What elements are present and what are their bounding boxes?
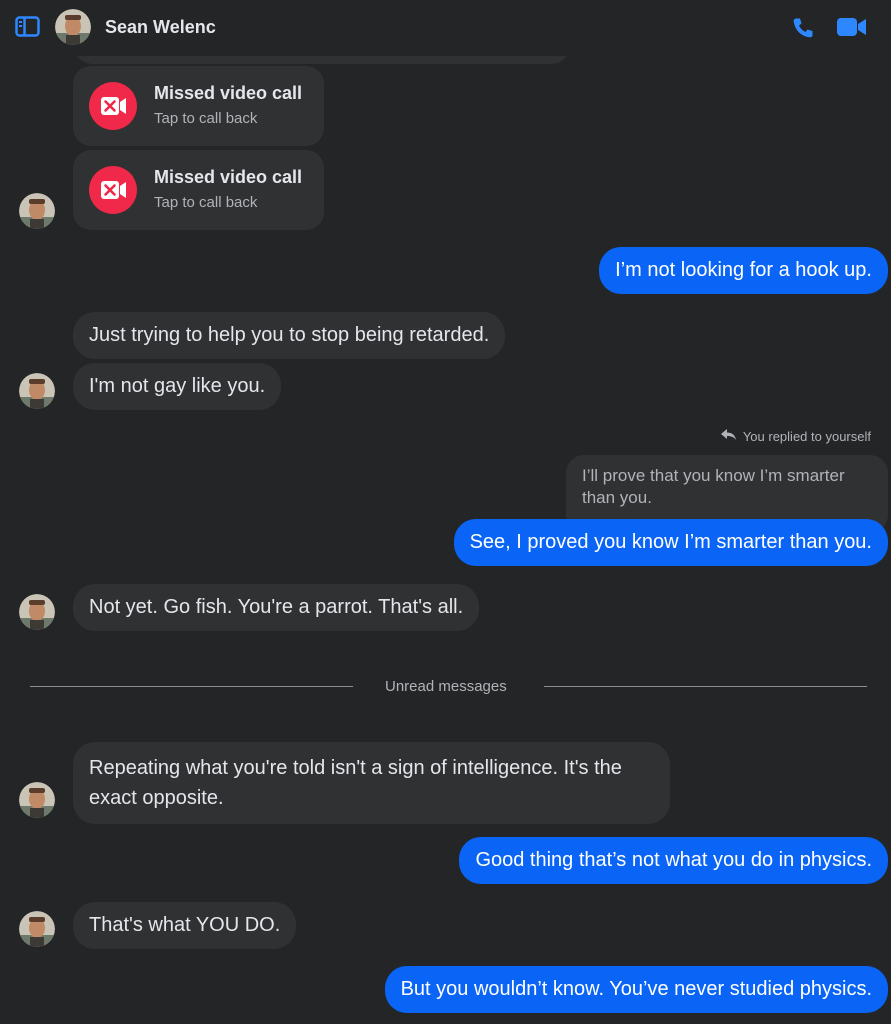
missed-call-title: Missed video call (154, 83, 303, 103)
contact-name[interactable]: Sean Welenc (105, 17, 216, 38)
phone-icon[interactable] (791, 16, 815, 45)
sender-avatar[interactable] (19, 782, 55, 818)
conversation-header: Sean Welenc (0, 0, 891, 56)
incoming-message[interactable]: Just trying to help you to stop being re… (73, 312, 506, 359)
sender-avatar[interactable] (19, 594, 55, 630)
missed-call-card[interactable]: Missed video call Tap to call back (73, 150, 324, 230)
incoming-message[interactable]: That's what YOU DO. (73, 902, 297, 949)
call-back-hint: Tap to call back (154, 194, 258, 211)
incoming-message[interactable]: Not yet. Go fish. You're a parrot. That'… (73, 584, 480, 631)
sender-avatar[interactable] (19, 911, 55, 947)
sidebar-icon[interactable] (15, 16, 40, 42)
reply-note-text: You replied to yourself (742, 429, 871, 444)
missed-video-call-icon (89, 82, 137, 130)
reply-indicator: You replied to yourself (720, 429, 871, 444)
unread-messages-divider: Unread messages (385, 678, 507, 695)
sender-avatar[interactable] (19, 193, 55, 229)
outgoing-message[interactable]: But you wouldn’t know. You’ve never stud… (384, 966, 888, 1013)
reply-arrow-icon (720, 429, 737, 444)
missed-call-title: Missed video call (154, 167, 303, 187)
missed-video-call-icon (89, 166, 137, 214)
divider-line-left (30, 686, 353, 687)
incoming-message[interactable]: I'm not gay like you. (73, 363, 282, 410)
divider-line-right (544, 686, 867, 687)
incoming-message[interactable]: Repeating what you're told isn't a sign … (73, 742, 670, 824)
sender-avatar[interactable] (19, 373, 55, 409)
outgoing-message[interactable]: I’m not looking for a hook up. (599, 247, 888, 294)
outgoing-message[interactable]: Good thing that’s not what you do in phy… (459, 837, 888, 884)
missed-call-card[interactable]: Missed video call Tap to call back (73, 66, 324, 146)
contact-avatar[interactable] (55, 9, 91, 45)
call-back-hint: Tap to call back (154, 110, 258, 127)
video-camera-icon[interactable] (837, 17, 867, 42)
outgoing-message[interactable]: See, I proved you know I’m smarter than … (453, 519, 888, 566)
